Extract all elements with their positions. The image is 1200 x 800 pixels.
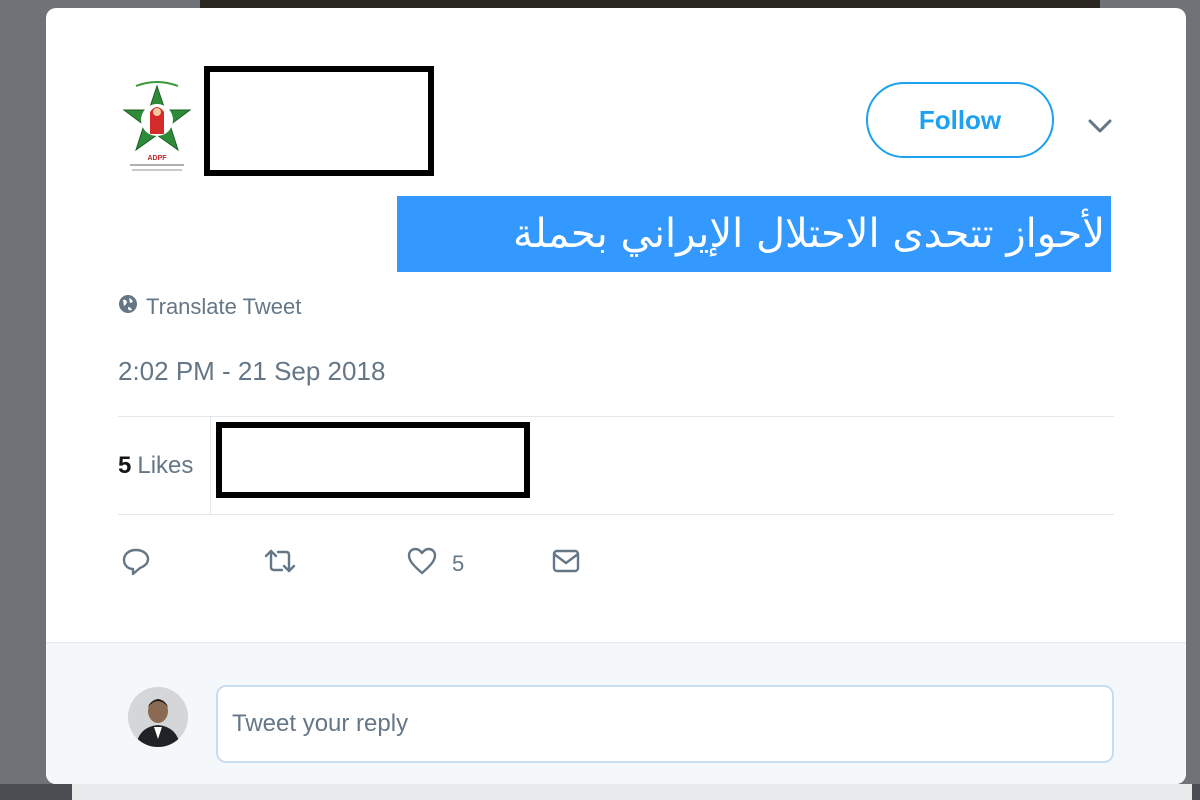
backdrop-page [72, 784, 1192, 800]
like-count: 5 [452, 551, 465, 576]
direct-message-action[interactable] [550, 546, 582, 582]
reply-icon[interactable] [120, 545, 152, 583]
redacted-name [204, 66, 434, 176]
retweet-icon[interactable] [262, 545, 298, 583]
tweet-timestamp[interactable]: 2:02 PM - 21 Sep 2018 [118, 356, 385, 387]
mail-icon[interactable] [550, 545, 582, 583]
backdrop-strip [200, 0, 1100, 8]
translate-label: Translate Tweet [146, 294, 302, 319]
reply-composer [46, 642, 1186, 784]
divider [118, 514, 1114, 515]
likes-count: 5 [118, 452, 132, 479]
tweet-modal: ADPF Follow لأحواز تتحدى الاحتلال الإيرا… [46, 8, 1186, 784]
redacted-likers [216, 422, 530, 498]
logo-text: ADPF [147, 155, 167, 162]
likes-label: Likes [137, 452, 194, 479]
stats-separator [210, 416, 211, 514]
follow-button[interactable]: Follow [866, 82, 1054, 158]
reply-input[interactable] [216, 685, 1114, 763]
likes-stat[interactable]: 5 Likes [118, 452, 193, 480]
user-avatar[interactable] [128, 687, 188, 747]
heart-icon[interactable] [406, 545, 438, 583]
account-avatar[interactable]: ADPF [122, 72, 192, 176]
globe-icon [118, 294, 138, 320]
divider [118, 416, 1114, 417]
translate-tweet-link[interactable]: Translate Tweet [118, 292, 301, 322]
chevron-down-icon[interactable] [1082, 108, 1118, 144]
reply-action[interactable] [120, 546, 152, 582]
tweet-text: لأحواز تتحدى الاحتلال الإيراني بحملة [397, 196, 1111, 272]
retweet-action[interactable] [262, 546, 298, 582]
like-action[interactable]: 5 [406, 546, 464, 582]
